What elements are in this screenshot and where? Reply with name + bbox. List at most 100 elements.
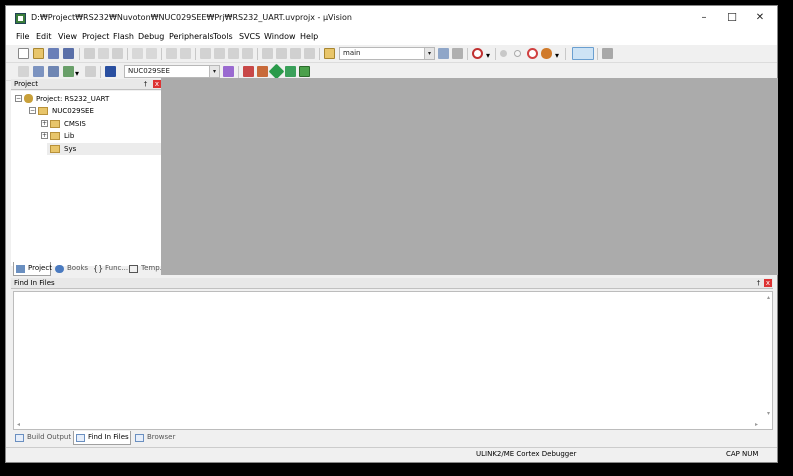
pin-icon[interactable]: † [141,80,150,89]
tab-templates[interactable]: Temp... [127,262,166,276]
tab-books[interactable]: Books [53,262,89,276]
pin-icon[interactable]: † [754,279,763,288]
bookmark-icon[interactable] [200,48,211,59]
nav-back-icon[interactable] [166,48,177,59]
tab-browser[interactable]: Browser [133,431,179,445]
separator [161,48,162,60]
chevron-down-icon[interactable]: ▾ [75,69,81,78]
tree-group-lib[interactable]: Lib [64,131,74,141]
expand-icon[interactable]: + [41,132,48,139]
scroll-down-icon[interactable]: ▾ [767,410,770,417]
find-icon[interactable] [438,48,449,59]
panel-close-icon[interactable]: x [764,279,772,287]
tree-project-root[interactable]: Project: RS232_UART [36,94,109,104]
tab-functions[interactable]: {} Func... [91,262,129,276]
file-toolbar: main ▾ ▾ ▾ [6,45,777,63]
menu-edit[interactable]: Edit [36,32,52,41]
target-select-value: NUC029SEE [128,67,170,75]
run-time-environment-icon[interactable] [299,66,310,77]
tree-group-sys[interactable]: Sys [64,144,76,154]
scroll-right-icon[interactable]: ▸ [755,421,758,428]
tab-find-in-files[interactable]: Find In Files [73,431,131,445]
chevron-down-icon[interactable]: ▾ [209,66,219,77]
menu-file[interactable]: File [16,32,29,41]
undo-icon[interactable] [132,48,143,59]
batch-build-icon[interactable] [63,66,74,77]
separator [100,66,101,78]
tab-build-output-label: Build Output [27,433,72,441]
target-options-icon[interactable] [223,66,234,77]
configure-icon[interactable] [602,48,613,59]
window-layout-icon[interactable] [572,47,594,60]
rebuild-icon[interactable] [48,66,59,77]
file-extensions-icon[interactable] [257,66,268,77]
menu-peripherals[interactable]: Peripherals [169,32,214,41]
comment-icon[interactable] [290,48,301,59]
chevron-down-icon[interactable]: ▾ [555,51,561,60]
target-select[interactable]: NUC029SEE ▾ [124,65,220,78]
menu-window[interactable]: Window [264,32,296,41]
separator [238,66,239,78]
collapse-icon[interactable]: − [29,107,36,114]
cut-icon[interactable] [84,48,95,59]
download-load-icon[interactable] [105,66,116,77]
editor-area[interactable] [161,78,778,275]
expand-icon[interactable]: + [41,120,48,127]
stop-build-icon[interactable] [85,66,96,77]
select-packs-icon[interactable] [268,63,285,80]
copy-icon[interactable] [98,48,109,59]
manage-components-icon[interactable] [243,66,254,77]
templates-icon [129,265,138,273]
tree-target[interactable]: NUC029SEE [52,106,94,116]
menu-flash[interactable]: Flash [113,32,134,41]
menu-tools[interactable]: Tools [213,32,233,41]
nav-forward-icon[interactable] [180,48,191,59]
debug-settings-icon[interactable] [541,48,552,59]
braces-icon: {} [93,264,104,273]
new-file-icon[interactable] [18,48,29,59]
kill-breakpoints-icon[interactable] [527,48,538,59]
paste-icon[interactable] [112,48,123,59]
redo-icon[interactable] [146,48,157,59]
scroll-up-icon[interactable]: ▴ [767,294,770,301]
close-button[interactable]: ✕ [748,10,772,26]
save-icon[interactable] [48,48,59,59]
find-in-files-icon[interactable] [324,48,335,59]
menu-help[interactable]: Help [300,32,318,41]
panel-close-icon[interactable]: x [153,80,161,88]
next-bookmark-icon[interactable] [228,48,239,59]
disable-breakpoint-icon[interactable] [514,50,521,57]
tree-group-cmsis[interactable]: CMSIS [64,119,86,129]
minimize-button[interactable]: – [692,10,716,26]
find-combo[interactable]: main ▾ [339,47,435,60]
menu-svcs[interactable]: SVCS [239,32,260,41]
menu-debug[interactable]: Debug [138,32,164,41]
tab-build-output[interactable]: Build Output [13,431,71,445]
chevron-down-icon[interactable]: ▾ [486,51,492,60]
breakpoint-icon[interactable] [500,50,507,57]
uncomment-icon[interactable] [304,48,315,59]
clear-bookmarks-icon[interactable] [242,48,253,59]
collapse-icon[interactable]: − [15,95,22,102]
prev-bookmark-icon[interactable] [214,48,225,59]
unindent-icon[interactable] [276,48,287,59]
menu-view[interactable]: View [58,32,77,41]
project-tab-icon [16,265,25,273]
pack-installer-icon[interactable] [285,66,296,77]
tab-browser-label: Browser [147,433,176,441]
open-folder-icon[interactable] [33,48,44,59]
translate-icon[interactable] [18,66,29,77]
find-in-files-output[interactable]: ▴ ▾ ◂ ▸ [13,291,773,430]
tab-project[interactable]: Project [13,262,52,276]
maximize-button[interactable]: ☐ [720,10,744,26]
menu-project[interactable]: Project [82,32,109,41]
incremental-find-icon[interactable] [452,48,463,59]
indent-icon[interactable] [262,48,273,59]
save-all-icon[interactable] [63,48,74,59]
chevron-down-icon[interactable]: ▾ [424,48,434,59]
build-icon[interactable] [33,66,44,77]
scroll-left-icon[interactable]: ◂ [17,421,20,428]
separator [195,48,196,60]
tab-functions-label: Func... [105,264,129,272]
zoom-icon[interactable] [472,48,483,59]
